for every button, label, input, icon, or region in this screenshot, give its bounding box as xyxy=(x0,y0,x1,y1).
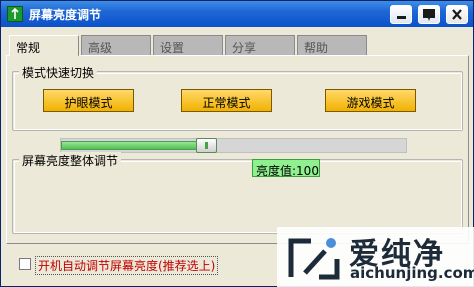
brightness-label: 屏幕亮度整体调节 xyxy=(19,152,122,169)
brightness-value: 亮度值:100 xyxy=(252,159,320,178)
brightness-group: 屏幕亮度整体调节 xyxy=(12,152,463,234)
eye-care-mode-button[interactable]: 护眼模式 xyxy=(43,89,134,112)
minimize-button[interactable] xyxy=(390,5,412,24)
tab-general[interactable]: 常规 xyxy=(9,35,79,56)
tab-help[interactable]: 帮助 xyxy=(297,35,367,55)
tab-panel-general: 模式快速切换 护眼模式 正常模式 游戏模式 屏幕亮度整体调节 亮度值:100 xyxy=(6,55,469,244)
normal-mode-button[interactable]: 正常模式 xyxy=(181,89,272,112)
watermark: 爱纯净 aichunjing.com xyxy=(277,227,474,287)
tab-settings[interactable]: 设置 xyxy=(153,35,223,55)
app-window: 屏幕亮度调节 常规 高级 设置 分享 帮助 模式快速切换 护眼模式 正常模式 游… xyxy=(0,0,474,287)
title-bar[interactable]: 屏幕亮度调节 xyxy=(1,1,473,27)
slider-thumb[interactable] xyxy=(196,138,217,153)
autostart-label[interactable]: 开机自动调节屏幕亮度(推荐选上) xyxy=(35,256,219,275)
close-button[interactable] xyxy=(446,5,468,24)
slider-fill xyxy=(61,141,206,150)
chat-icon[interactable] xyxy=(418,5,440,24)
tab-advanced[interactable]: 高级 xyxy=(81,35,151,55)
brightness-slider[interactable] xyxy=(60,138,407,153)
watermark-en: aichunjing.com xyxy=(350,264,474,282)
window-title: 屏幕亮度调节 xyxy=(29,8,102,22)
game-mode-button[interactable]: 游戏模式 xyxy=(325,89,416,112)
tab-bar: 常规 高级 设置 分享 帮助 xyxy=(9,35,469,56)
watermark-logo-icon xyxy=(288,238,340,280)
autostart-checkbox[interactable] xyxy=(19,258,31,270)
app-icon xyxy=(7,6,23,22)
tab-share[interactable]: 分享 xyxy=(225,35,295,55)
mode-switch-label: 模式快速切换 xyxy=(19,64,98,81)
